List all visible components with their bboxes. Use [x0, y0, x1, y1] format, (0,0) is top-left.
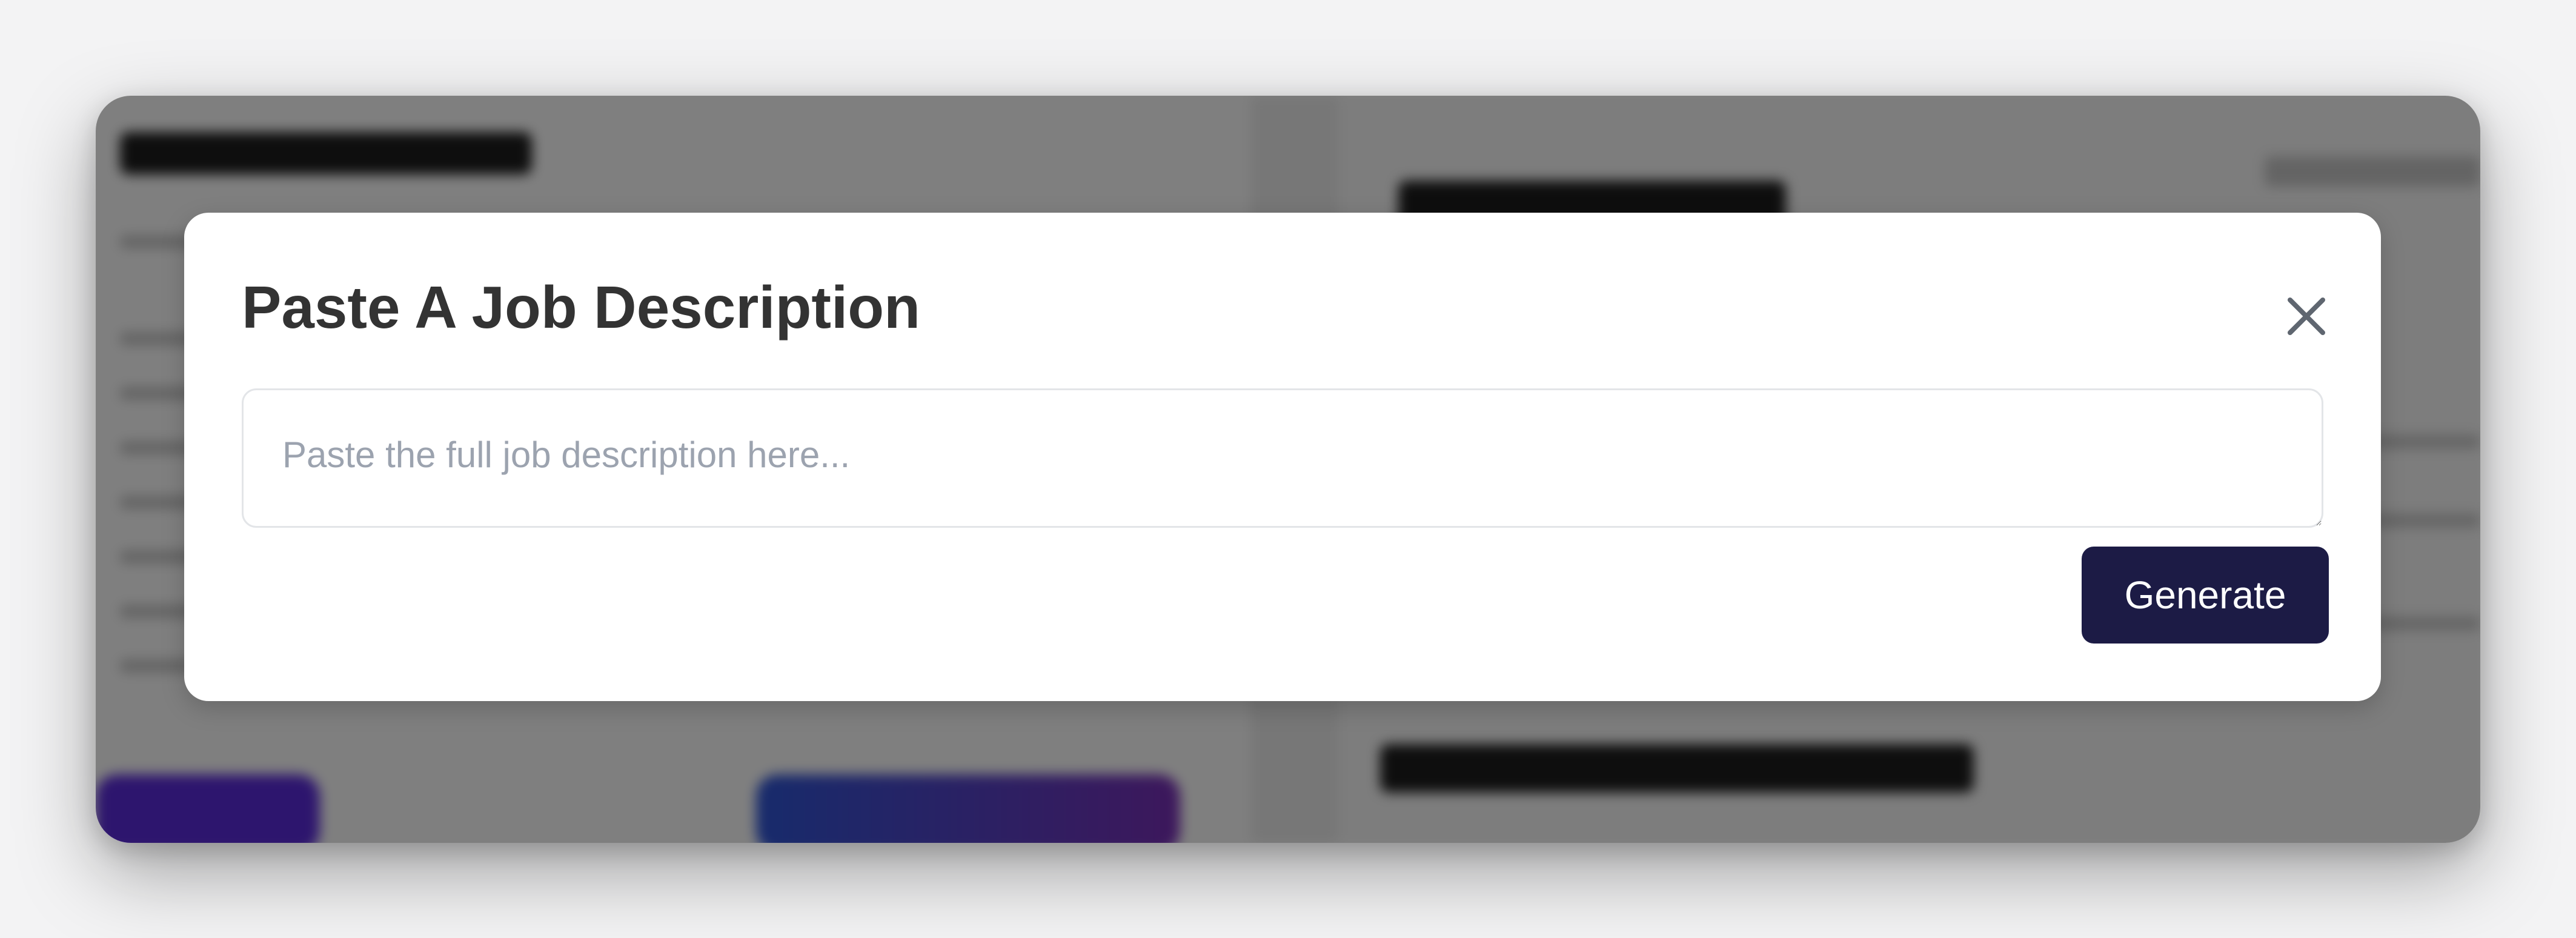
- job-description-modal: Paste A Job Description Generate: [184, 213, 2381, 701]
- close-button[interactable]: [2273, 283, 2340, 350]
- close-icon: [2288, 298, 2325, 335]
- app-window: Paste A Job Description Generate: [96, 96, 2480, 843]
- job-description-input[interactable]: [242, 388, 2323, 528]
- generate-button[interactable]: Generate: [2082, 547, 2329, 644]
- modal-title: Paste A Job Description: [242, 274, 921, 341]
